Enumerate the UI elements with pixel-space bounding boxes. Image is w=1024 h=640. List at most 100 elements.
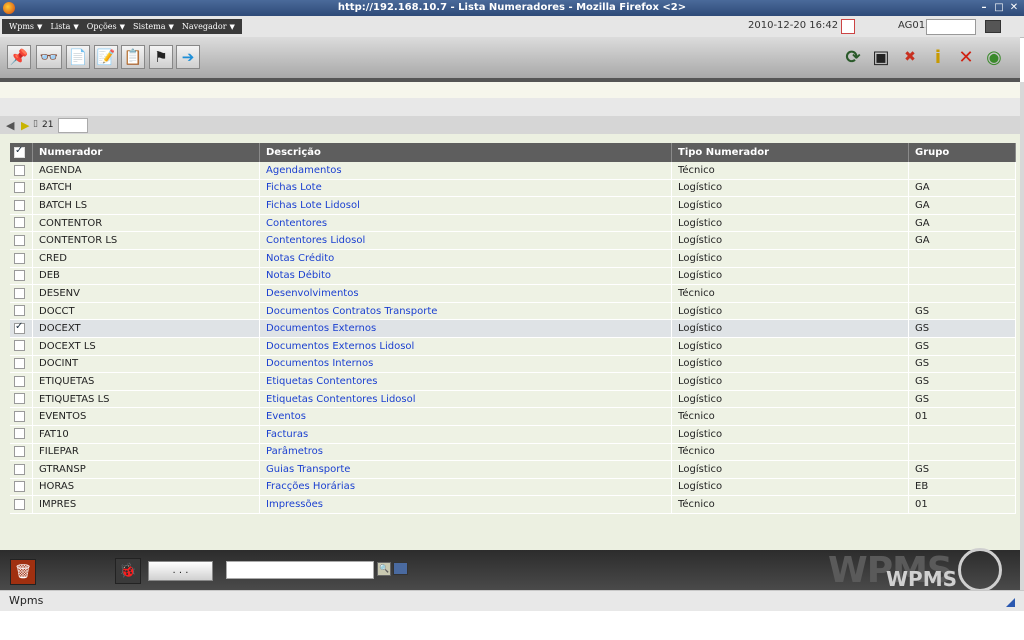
bug-icon[interactable]: 🐞 — [115, 558, 141, 584]
screen-icon[interactable] — [393, 562, 408, 575]
column-header-tipo-numerador[interactable]: Tipo Numerador — [671, 143, 909, 162]
menu-sistema[interactable]: Sistema ▼ — [129, 22, 178, 31]
row-checkbox[interactable] — [14, 182, 25, 194]
cell-descricao-link[interactable]: Facturas — [259, 425, 672, 444]
row-checkbox[interactable] — [14, 393, 25, 405]
row-checkbox[interactable] — [14, 340, 25, 352]
menu-wpms[interactable]: Wpms ▼ — [5, 22, 46, 31]
row-select-cell[interactable] — [10, 214, 33, 233]
table-row[interactable]: HORAS Fracções Horárias Logístico EB — [10, 478, 1016, 497]
table-row[interactable]: CONTENTOR Contentores Logístico GA — [10, 214, 1016, 233]
row-select-cell[interactable] — [10, 179, 33, 198]
close-window-icon[interactable]: ✕ — [1008, 2, 1020, 14]
row-select-cell[interactable] — [10, 196, 33, 215]
row-select-cell[interactable] — [10, 425, 33, 444]
table-row[interactable]: FILEPAR Parâmetros Técnico — [10, 443, 1016, 462]
select-all-checkbox[interactable] — [14, 145, 25, 158]
row-checkbox[interactable] — [14, 358, 25, 370]
close-icon[interactable]: ✕ — [954, 45, 978, 69]
table-row[interactable]: ETIQUETAS LS Etiquetas Contentores Lidoso… — [10, 390, 1016, 409]
row-select-cell[interactable] — [10, 443, 33, 462]
row-checkbox[interactable] — [14, 305, 25, 317]
table-row[interactable]: AGENDA Agendamentos Técnico — [10, 162, 1016, 180]
row-checkbox[interactable] — [14, 234, 25, 246]
row-checkbox[interactable] — [14, 321, 25, 334]
cell-descricao-link[interactable]: Fichas Lote — [259, 179, 672, 198]
cell-descricao-link[interactable]: Contentores Lidosol — [259, 231, 672, 250]
table-row[interactable]: FAT10 Facturas Logístico — [10, 425, 1016, 444]
row-select-cell[interactable] — [10, 249, 33, 268]
row-select-cell[interactable] — [10, 460, 33, 479]
cell-descricao-link[interactable]: Documentos Contratos Transporte — [259, 302, 672, 321]
cell-descricao-link[interactable]: Impressões — [259, 495, 672, 514]
table-row[interactable]: GTRANSP Guias Transporte Logístico GS — [10, 460, 1016, 479]
row-checkbox[interactable] — [14, 498, 25, 510]
row-select-cell[interactable] — [10, 407, 33, 426]
cell-descricao-link[interactable]: Etiquetas Contentores Lidosol — [259, 390, 672, 409]
export-icon[interactable]: ▣ — [869, 45, 893, 69]
copy-document-icon[interactable]: 📋 — [121, 45, 145, 69]
cell-descricao-link[interactable]: Guias Transporte — [259, 460, 672, 479]
row-checkbox[interactable] — [14, 481, 25, 493]
exit-icon[interactable]: ◉ — [982, 45, 1006, 69]
search-input[interactable] — [226, 561, 374, 579]
cell-descricao-link[interactable]: Notas Débito — [259, 267, 672, 286]
table-row[interactable]: DEB Notas Débito Logístico — [10, 267, 1016, 286]
cell-descricao-link[interactable]: Etiquetas Contentores — [259, 372, 672, 391]
monitor-icon[interactable] — [985, 20, 1001, 33]
language-flag-icon[interactable]: ⚑ — [149, 45, 173, 69]
glasses-icon[interactable]: 👓 — [36, 45, 62, 69]
table-row[interactable]: DOCEXTDocumentos ExternosLogísticoGS — [10, 319, 1016, 338]
table-row[interactable]: DOCEXT LS Documentos Externos Lidosol Logí… — [10, 337, 1016, 356]
info-icon[interactable]: i — [926, 45, 950, 69]
cell-descricao-link[interactable]: Eventos — [259, 407, 672, 426]
table-row[interactable]: EVENTOS Eventos Técnico 01 — [10, 407, 1016, 426]
resize-grip-icon[interactable] — [1006, 598, 1015, 607]
row-checkbox[interactable] — [14, 446, 25, 458]
row-select-cell[interactable] — [10, 162, 33, 180]
user-input[interactable] — [926, 19, 976, 35]
row-checkbox[interactable] — [14, 252, 25, 264]
select-all-header[interactable] — [10, 143, 33, 162]
cell-descricao-link[interactable]: Fichas Lote Lidosol — [259, 196, 672, 215]
table-row[interactable]: BATCH LS Fichas Lote Lidosol Logístico GA — [10, 196, 1016, 215]
row-select-cell[interactable] — [10, 267, 33, 286]
maximize-icon[interactable]: □ — [993, 2, 1005, 14]
row-select-cell[interactable] — [10, 337, 33, 356]
menu-lista[interactable]: Lista ▼ — [46, 22, 82, 31]
arrow-right-icon[interactable]: ➔ — [176, 45, 200, 69]
collapse-icon[interactable]: ✖ — [898, 45, 922, 69]
edit-document-icon[interactable]: 📝 — [94, 45, 118, 69]
cell-descricao-link[interactable]: Notas Crédito — [259, 249, 672, 268]
cell-descricao-link[interactable]: Documentos Internos — [259, 355, 672, 374]
minimize-icon[interactable]: – — [978, 2, 990, 14]
row-checkbox[interactable] — [14, 217, 25, 229]
search-icon[interactable]: 🔍 — [377, 562, 391, 576]
row-select-cell[interactable] — [10, 390, 33, 409]
cell-descricao-link[interactable]: Fracções Horárias — [259, 478, 672, 497]
cell-descricao-link[interactable]: Contentores — [259, 214, 672, 233]
menu-navegador[interactable]: Navegador ▼ — [178, 22, 239, 31]
row-select-cell[interactable] — [10, 319, 33, 338]
table-row[interactable]: DESENV Desenvolvimentos Técnico — [10, 284, 1016, 303]
prev-page-icon[interactable]: ◀ — [6, 119, 14, 132]
trash-icon[interactable]: 🗑 — [10, 559, 36, 585]
cell-descricao-link[interactable]: Documentos Externos — [259, 319, 672, 338]
cell-descricao-link[interactable]: Agendamentos — [259, 162, 672, 180]
menu-opcoes[interactable]: Opções ▼ — [83, 22, 129, 31]
column-header-grupo[interactable]: Grupo — [908, 143, 1016, 162]
pin-icon[interactable]: 📌 — [7, 45, 31, 69]
row-select-cell[interactable] — [10, 284, 33, 303]
row-select-cell[interactable] — [10, 302, 33, 321]
vertical-scrollbar[interactable] — [1020, 82, 1024, 590]
row-checkbox[interactable] — [14, 270, 25, 282]
row-select-cell[interactable] — [10, 478, 33, 497]
more-button[interactable]: . . . — [148, 561, 213, 581]
column-header-descricao[interactable]: Descrição — [259, 143, 672, 162]
row-checkbox[interactable] — [14, 463, 25, 475]
row-select-cell[interactable] — [10, 372, 33, 391]
table-row[interactable]: ETIQUETAS Etiquetas Contentores Logístico G… — [10, 372, 1016, 391]
calendar-icon[interactable] — [841, 19, 855, 34]
row-select-cell[interactable] — [10, 231, 33, 250]
next-page-icon[interactable]: ▶ — [21, 119, 29, 132]
